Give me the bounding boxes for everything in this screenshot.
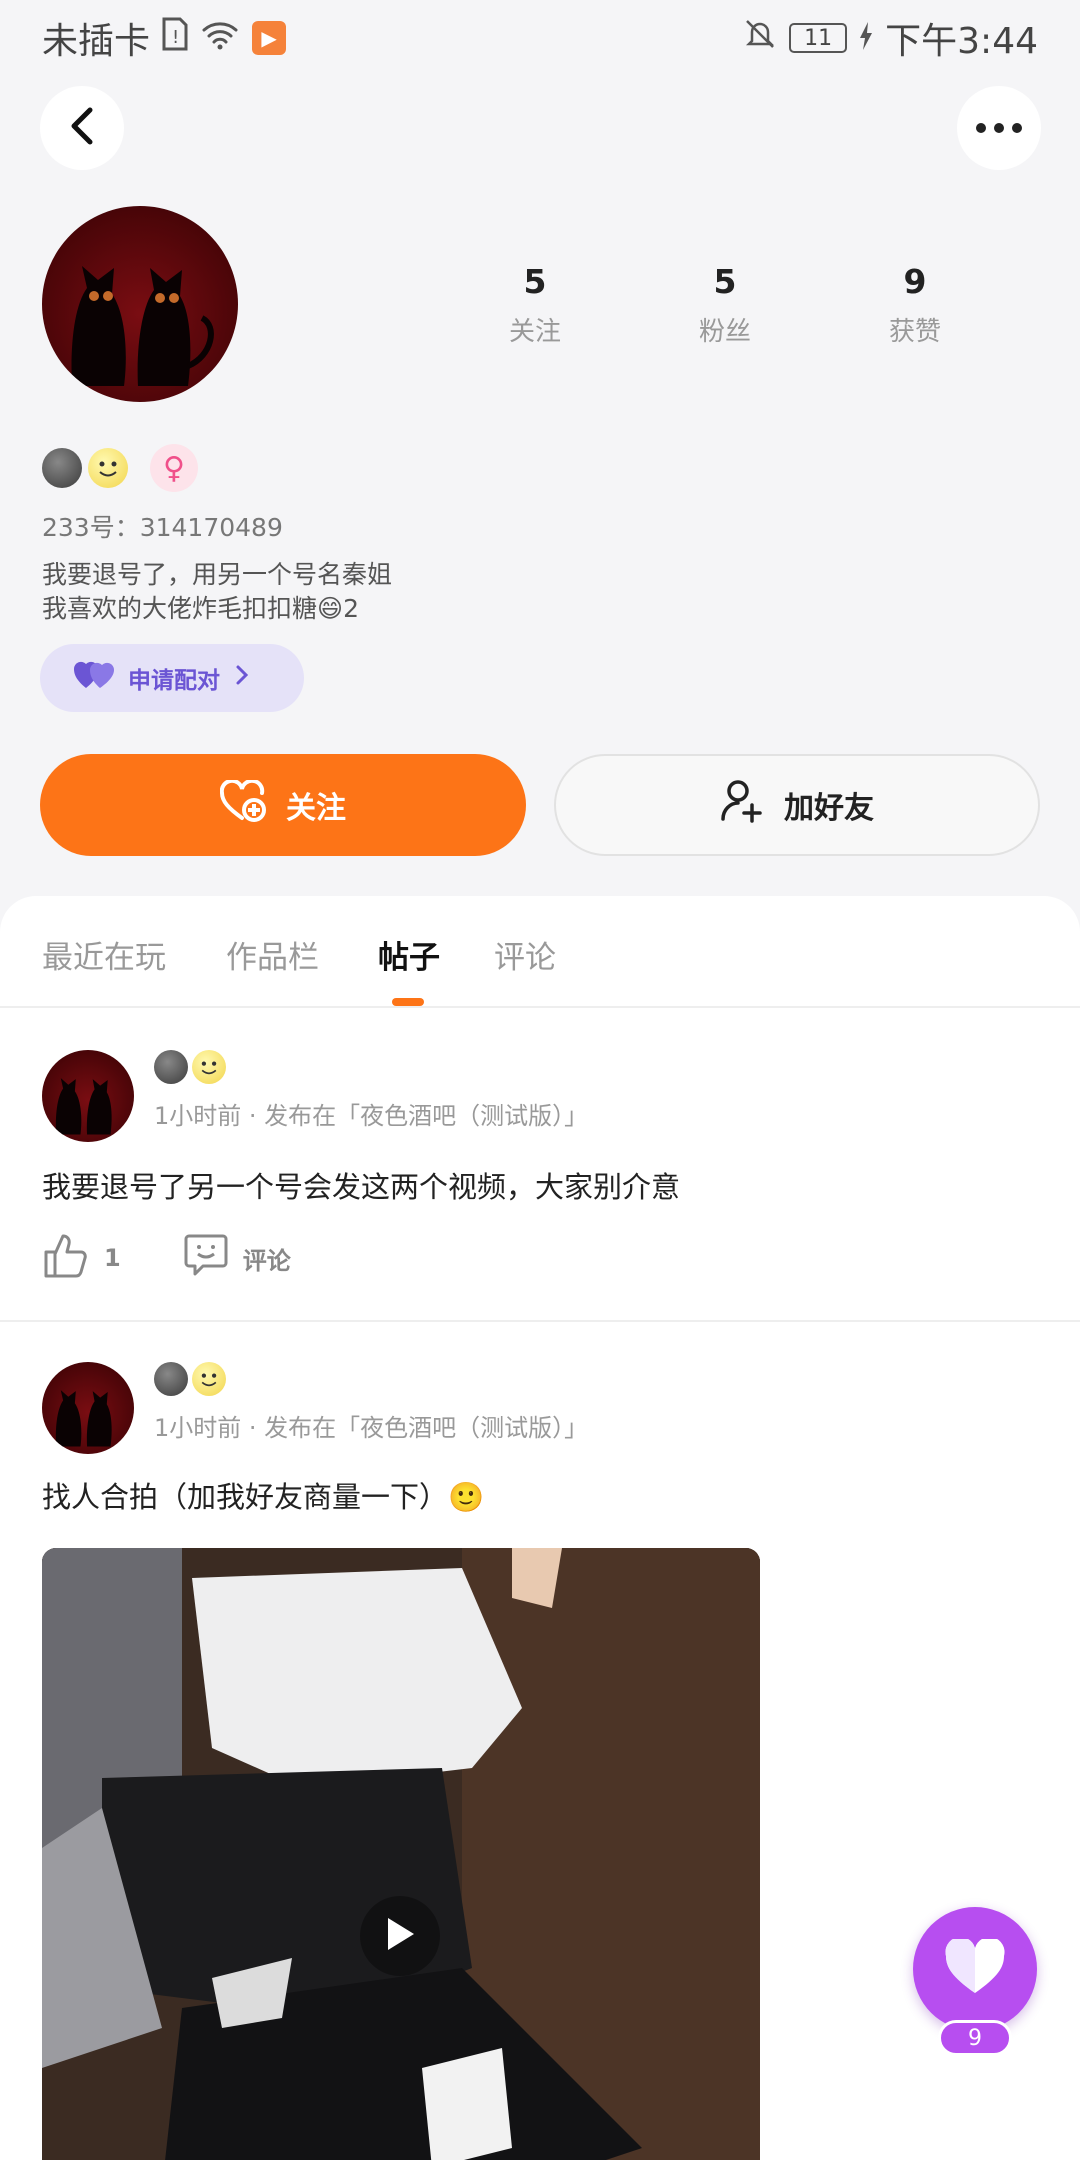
floating-like-count: 9 — [938, 2020, 1012, 2056]
app-notification-icon: ▶ — [252, 21, 287, 55]
stat-value: 9 — [903, 262, 927, 301]
dark-face-emoji-icon — [154, 1362, 188, 1396]
add-friend-label: 加好友 — [784, 791, 874, 826]
double-heart-icon — [73, 660, 115, 696]
post-item[interactable]: 1小时前 · 发布在「夜色酒吧（测试版）」 我要退号了另一个号会发这两个视频，大… — [0, 1008, 1080, 1278]
user-id: 233号：314170489 — [42, 513, 283, 542]
stat-following[interactable]: 5 关注 — [440, 262, 630, 348]
stat-label: 关注 — [508, 317, 561, 347]
back-button[interactable] — [40, 86, 124, 170]
battery-indicator: 11 — [789, 23, 848, 53]
stat-value: 5 — [713, 262, 737, 301]
comment-button[interactable]: 评论 — [183, 1232, 291, 1284]
post-text: 找人合拍（加我好友商量一下）🙂 — [42, 1480, 485, 1514]
clock-time: 下午3:44 — [885, 21, 1038, 62]
heart-plus-icon — [219, 778, 266, 830]
request-pair-button[interactable]: 申请配对 — [40, 644, 304, 712]
tab-posts[interactable]: 帖子 — [378, 932, 440, 977]
dark-face-emoji-icon — [154, 1050, 188, 1084]
post-author-name-emojis — [154, 1050, 226, 1084]
tab-works[interactable]: 作品栏 — [226, 932, 319, 977]
profile-bio: 我要退号了，用另一个号名秦姐 我喜欢的大佬炸毛扣扣糖😄2 — [42, 558, 392, 626]
chevron-right-icon — [234, 663, 250, 693]
smile-emoji-icon — [192, 1362, 226, 1396]
nickname-emoji-row: ♀ — [42, 444, 198, 492]
svg-text:!: ! — [172, 27, 179, 48]
play-button[interactable] — [360, 1896, 440, 1976]
profile-stats: 5 关注 5 粉丝 9 获赞 — [440, 262, 1040, 348]
post-video-thumbnail[interactable] — [42, 1548, 760, 2160]
post-author-avatar[interactable] — [42, 1050, 134, 1142]
smile-emoji-icon — [192, 1050, 226, 1084]
profile-avatar[interactable] — [42, 206, 238, 402]
active-tab-indicator — [392, 998, 424, 1006]
stat-value: 5 — [523, 262, 547, 301]
black-cats-avatar-image — [71, 266, 214, 386]
profile-tabs: 最近在玩 作品栏 帖子 评论 — [0, 896, 1080, 1008]
like-button[interactable]: 1 — [42, 1232, 121, 1284]
carrier-text: 未插卡 — [42, 21, 151, 62]
bio-line: 我要退号了，用另一个号名秦姐 — [42, 560, 393, 589]
stat-label: 获赞 — [888, 317, 941, 347]
status-bar-left: 未插卡 ! ▶ — [42, 12, 287, 64]
charging-icon — [859, 18, 873, 59]
status-bar-right: 11 下午3:44 — [743, 12, 1038, 64]
stat-followers[interactable]: 5 粉丝 — [630, 262, 820, 348]
like-count: 1 — [104, 1244, 121, 1272]
stat-label: 粉丝 — [698, 317, 751, 347]
more-options-button[interactable] — [957, 86, 1041, 170]
post-meta: 1小时前 · 发布在「夜色酒吧（测试版）」 — [154, 1102, 589, 1130]
comment-bubble-icon — [183, 1232, 229, 1284]
add-user-icon — [720, 779, 764, 831]
pair-label: 申请配对 — [128, 668, 220, 694]
thumbs-up-icon — [42, 1232, 90, 1284]
post-meta: 1小时前 · 发布在「夜色酒吧（测试版）」 — [154, 1414, 589, 1442]
smile-emoji-icon — [88, 448, 128, 488]
more-dots-icon — [975, 119, 1023, 138]
female-gender-icon: ♀ — [150, 444, 198, 492]
bio-line: 我喜欢的大佬炸毛扣扣糖😄2 — [42, 594, 359, 623]
tab-comments[interactable]: 评论 — [494, 932, 556, 977]
dark-face-emoji-icon — [42, 448, 82, 488]
video-frame-image — [42, 1548, 760, 2160]
play-icon — [384, 1916, 416, 1956]
heart-icon — [944, 1936, 1006, 1999]
wifi-icon — [200, 18, 240, 59]
stat-likes[interactable]: 9 获赞 — [820, 262, 1010, 348]
comment-label: 评论 — [242, 1246, 291, 1275]
follow-label: 关注 — [286, 791, 346, 826]
post-author-avatar[interactable] — [42, 1362, 134, 1454]
floating-like-button[interactable] — [913, 1907, 1037, 2031]
post-text: 我要退号了另一个号会发这两个视频，大家别介意 — [42, 1170, 681, 1204]
post-item[interactable]: 1小时前 · 发布在「夜色酒吧（测试版）」 找人合拍（加我好友商量一下）🙂 — [0, 1322, 1080, 2160]
follow-button[interactable]: 关注 — [40, 754, 526, 856]
mute-bell-icon — [743, 17, 777, 60]
post-author-name-emojis — [154, 1362, 226, 1396]
post-actions: 1 评论 — [42, 1232, 353, 1284]
back-arrow-icon — [68, 106, 96, 150]
tab-recently-played[interactable]: 最近在玩 — [42, 932, 166, 977]
sim-icon: ! — [162, 17, 188, 60]
add-friend-button[interactable]: 加好友 — [554, 754, 1040, 856]
status-bar: 未插卡 ! ▶ 11 下午3:44 — [0, 0, 1080, 76]
black-cats-avatar-image — [55, 1390, 112, 1447]
black-cats-avatar-image — [55, 1078, 112, 1135]
